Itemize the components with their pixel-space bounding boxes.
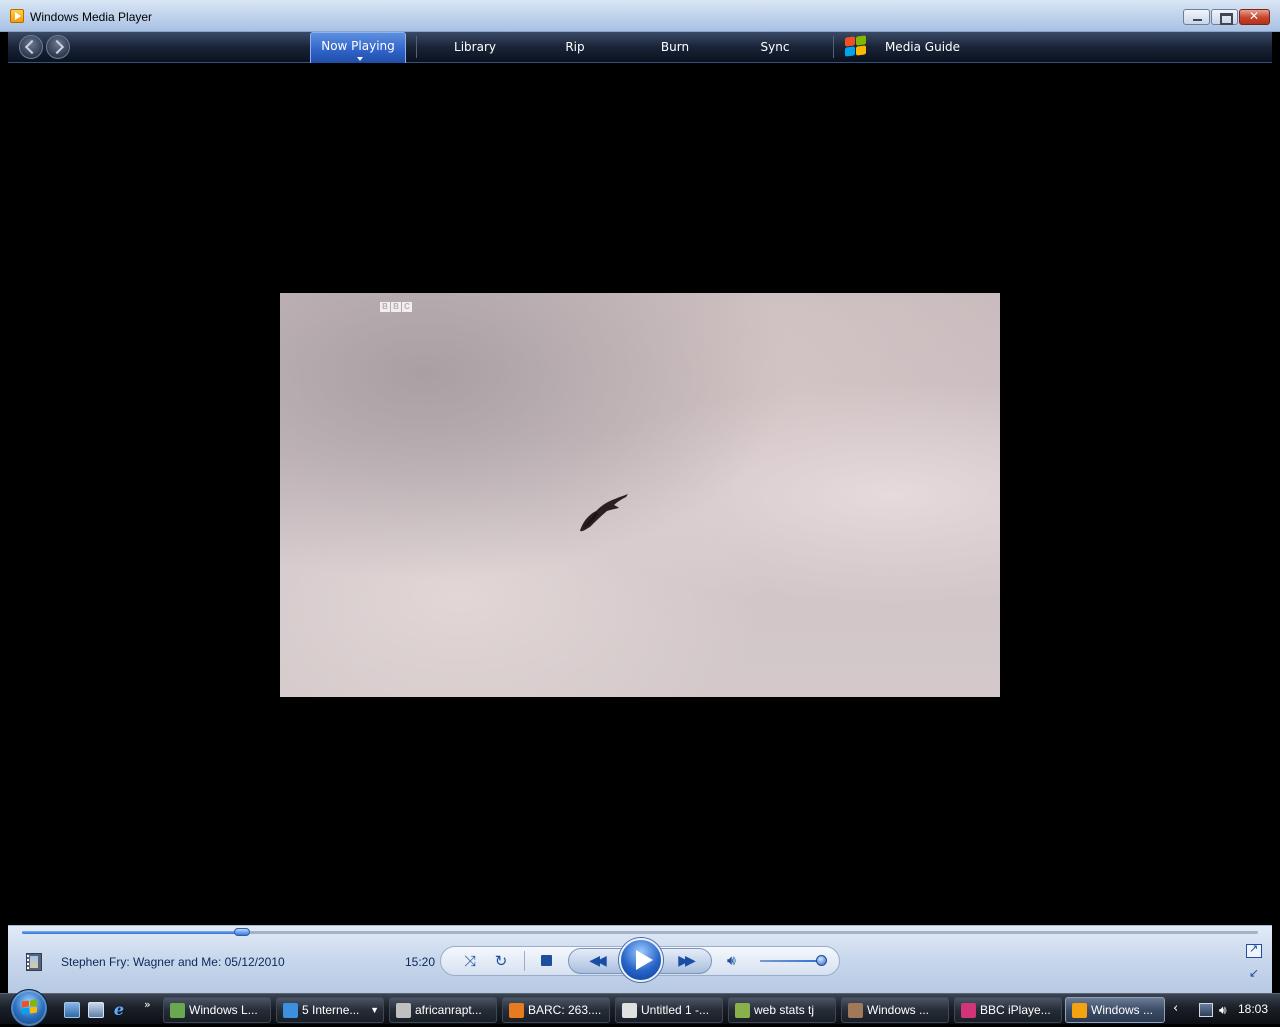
tab-now-playing[interactable]: Now Playing — [310, 32, 406, 63]
start-button[interactable] — [10, 989, 48, 1027]
back-arrow-icon[interactable] — [19, 35, 43, 59]
taskbar-button-label: africanrapt... — [415, 1003, 482, 1017]
media-player-app-icon[interactable] — [10, 9, 24, 23]
bbc-logo: B B C — [380, 302, 412, 312]
speaker-icon[interactable]: 🔊︎ — [727, 952, 745, 970]
next-icon[interactable]: ▶▶ — [672, 951, 698, 971]
taskbar-button[interactable]: Windows ... — [1065, 997, 1165, 1023]
close-button[interactable] — [1239, 9, 1270, 25]
taskbar-button[interactable]: Windows ... — [841, 997, 949, 1023]
taskbar-button-label: 5 Interne... — [302, 1003, 360, 1017]
taskbar: e » Windows L... 5 Interne... ▼ africanrapt… — [0, 989, 1280, 1027]
taskbar-button-label: Windows L... — [189, 1003, 258, 1017]
taskbar-button[interactable]: BBC iPlaye... — [954, 997, 1062, 1023]
taskbar-button[interactable]: web stats tj — [728, 997, 836, 1023]
taskbar-button[interactable]: BARC: 263.... — [502, 997, 610, 1023]
controls-divider — [524, 951, 525, 971]
taskbar-button[interactable]: Windows L... — [163, 997, 271, 1023]
maximize-button[interactable] — [1211, 9, 1238, 25]
title-bar: Windows Media Player — [0, 0, 1280, 32]
taskbar-button-label: Windows ... — [867, 1003, 930, 1017]
taskbar-button-label: Windows ... — [1091, 1003, 1154, 1017]
playback-controls: Stephen Fry: Wagner and Me: 05/12/2010 1… — [8, 925, 1272, 993]
taskbar-app-icon — [396, 1003, 411, 1018]
volume-thumb[interactable] — [815, 955, 827, 966]
network-icon[interactable] — [1199, 1003, 1213, 1017]
taskbar-app-icon — [961, 1003, 976, 1018]
previous-icon[interactable]: ◀◀ — [583, 951, 609, 971]
tab-sync[interactable]: Sync — [740, 32, 810, 63]
show-desktop-icon[interactable] — [64, 1002, 80, 1018]
shuffle-icon[interactable]: ⤨ — [459, 950, 481, 972]
tray-expand-icon[interactable]: ‹ — [1173, 1001, 1178, 1016]
switch-to-compact-icon[interactable]: ↙ — [1246, 966, 1262, 980]
elapsed-time[interactable]: 15:20 — [405, 955, 435, 969]
minimize-button[interactable] — [1183, 9, 1210, 25]
taskbar-button-label: BARC: 263.... — [528, 1003, 602, 1017]
seek-progress — [22, 931, 242, 934]
taskbar-button[interactable]: africanrapt... — [389, 997, 497, 1023]
video-area[interactable]: B B C — [8, 64, 1272, 925]
nav-divider — [416, 36, 417, 58]
seek-thumb[interactable] — [234, 928, 250, 936]
taskbar-button[interactable]: 5 Interne... ▼ — [276, 997, 384, 1023]
switch-windows-icon[interactable] — [88, 1002, 104, 1018]
taskbar-app-icon — [622, 1003, 637, 1018]
video-film-icon[interactable] — [26, 953, 42, 971]
tab-burn[interactable]: Burn — [640, 32, 710, 63]
volume-slider[interactable] — [760, 960, 824, 962]
tab-rip[interactable]: Rip — [540, 32, 610, 63]
internet-explorer-icon[interactable]: e — [111, 1002, 127, 1018]
taskbar-button-label: BBC iPlaye... — [980, 1003, 1051, 1017]
repeat-icon[interactable]: ↻ — [490, 950, 512, 972]
tab-library[interactable]: Library — [435, 32, 515, 63]
now-playing-title: Stephen Fry: Wagner and Me: 05/12/2010 — [61, 955, 285, 969]
volume-tray-icon[interactable]: 🔊︎ — [1219, 1003, 1233, 1017]
stop-icon[interactable] — [541, 955, 552, 966]
tab-media-guide[interactable]: Media Guide — [880, 32, 965, 63]
nav-divider — [833, 36, 834, 58]
taskbar-app-icon — [1072, 1003, 1087, 1018]
video-frame[interactable]: B B C — [280, 293, 1000, 697]
taskbar-app-icon — [170, 1003, 185, 1018]
seek-bar[interactable] — [22, 928, 1258, 936]
quick-launch-more-icon[interactable]: » — [144, 998, 151, 1011]
clock[interactable]: 18:03 — [1238, 1002, 1268, 1016]
taskbar-app-icon — [509, 1003, 524, 1018]
taskbar-button-label: web stats tj — [754, 1003, 815, 1017]
taskbar-button-label: Untitled 1 -... — [641, 1003, 710, 1017]
window-title: Windows Media Player — [30, 10, 153, 24]
play-icon[interactable] — [619, 938, 663, 982]
forward-arrow-icon[interactable] — [46, 35, 70, 59]
taskbar-app-icon — [848, 1003, 863, 1018]
taskbar-button[interactable]: Untitled 1 -... — [615, 997, 723, 1023]
group-dropdown-icon[interactable]: ▼ — [370, 998, 379, 1022]
bird-silhouette — [580, 494, 628, 532]
windows-logo-icon — [842, 34, 868, 58]
nav-bar: Now Playing Library Rip Burn Sync Media … — [8, 32, 1272, 63]
taskbar-app-icon — [283, 1003, 298, 1018]
taskbar-app-icon — [735, 1003, 750, 1018]
fullscreen-icon[interactable] — [1246, 942, 1262, 958]
